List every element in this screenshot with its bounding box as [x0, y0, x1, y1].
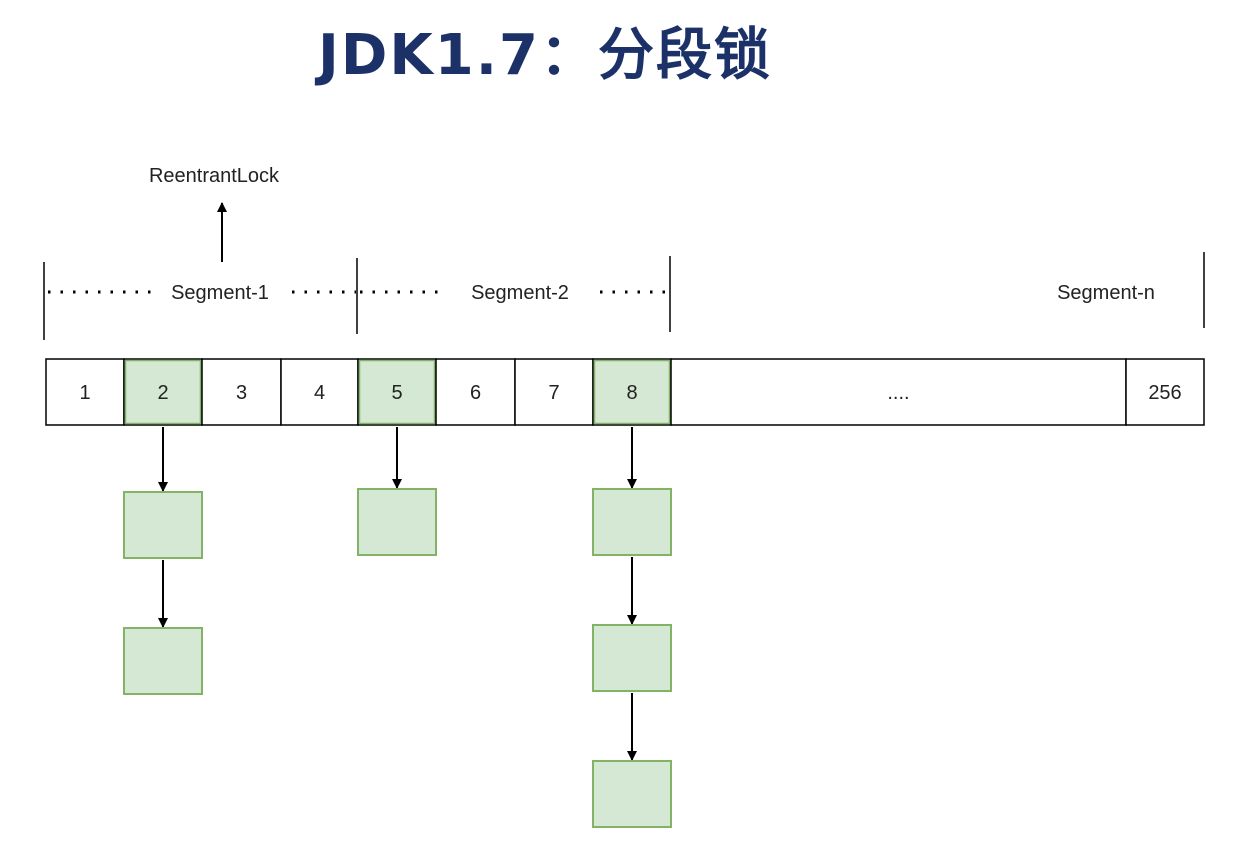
segment-1-label: Segment-1 [171, 282, 269, 304]
diagram-title: JDK1.7：分段锁 [314, 23, 772, 88]
segment-2-label: Segment-2 [471, 282, 569, 304]
array-cell-label: 3 [236, 382, 247, 404]
bucket-chains [123, 427, 672, 828]
segment-lock-diagram: JDK1.7：分段锁 ReentrantLock Segment-1 Segme… [43, 23, 1205, 828]
chain-node-8-2 [592, 624, 672, 692]
array-cell-label: 4 [314, 382, 325, 404]
chain-node-2-1 [123, 491, 203, 559]
array-cell-label: 2 [157, 382, 168, 404]
array-cell-label: 6 [470, 382, 481, 404]
reentrant-lock-label: ReentrantLock [149, 165, 280, 187]
chain-node-5-1 [357, 488, 437, 556]
segment-n-label: Segment-n [1057, 282, 1155, 304]
array-cell-label: 256 [1148, 382, 1181, 404]
chain-node-8-3 [592, 760, 672, 828]
array-cell-label: 8 [626, 382, 637, 404]
chain-node-2-2 [123, 627, 203, 695]
array-cell-label: 1 [79, 382, 90, 404]
array-cell-label: .... [887, 382, 909, 404]
chain-node-8-1 [592, 488, 672, 556]
array-cell-label: 5 [391, 382, 402, 404]
array-cell-label: 7 [548, 382, 559, 404]
segment-array: 1 2 3 4 5 6 7 8.... 256 [45, 358, 1205, 426]
